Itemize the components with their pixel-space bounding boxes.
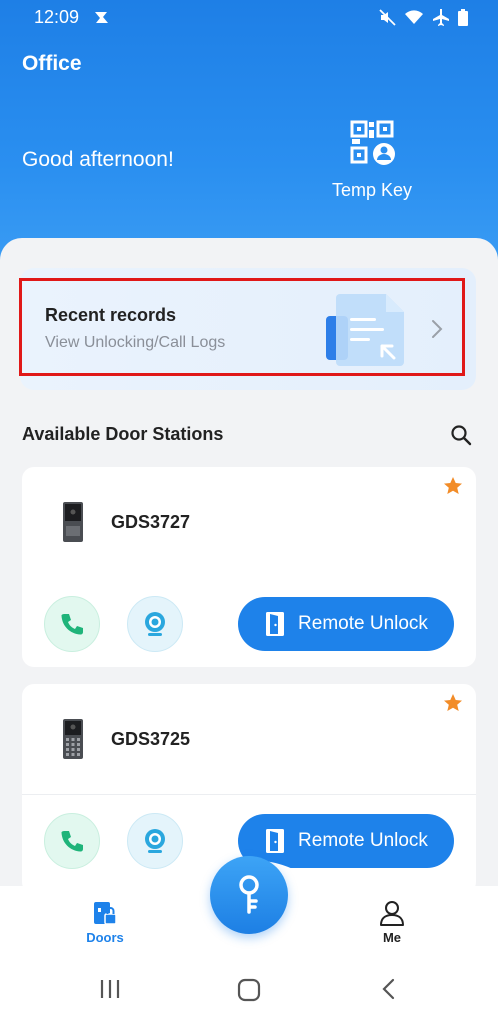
monitor-button[interactable] [127,596,183,652]
tab-me-label: Me [382,930,402,945]
card-divider [22,794,476,795]
document-log-icon [326,294,404,366]
recent-records-title: Recent records [45,305,177,325]
door-icon [266,612,285,636]
remote-unlock-label: Remote Unlock [298,830,428,851]
remote-unlock-label: Remote Unlock [298,613,428,634]
status-bar: 12:09 [0,0,498,34]
airplane-icon [433,9,449,26]
quick-unlock-key-button[interactable] [210,856,288,934]
section-title: Available Door Stations [22,424,224,444]
recent-records-subtitle: View Unlocking/Call Logs [45,334,226,351]
camera-icon [145,612,165,636]
home-icon[interactable] [237,978,261,1002]
phone-icon [61,831,83,852]
chevron-right-icon [432,320,443,338]
tab-me[interactable]: Me [352,900,432,945]
station-name: GDS3725 [111,729,191,749]
tab-doors[interactable]: Doors [65,900,145,945]
call-button[interactable] [44,596,100,652]
greeting-text: Good afternoon! [22,148,174,171]
temp-key-button[interactable]: Temp Key [322,118,422,201]
call-button[interactable] [44,813,100,869]
mute-icon [379,8,396,26]
search-icon[interactable] [450,424,472,446]
site-name[interactable]: Office [22,52,82,76]
key-icon [239,875,259,914]
system-navigation-bar [0,958,498,1024]
battery-icon [458,8,468,26]
remote-unlock-button[interactable]: Remote Unlock [238,597,454,651]
intercom-device-icon [63,719,83,759]
qr-person-icon [350,120,395,165]
camera-icon [145,829,165,853]
back-icon[interactable] [380,978,398,1000]
station-name: GDS3727 [111,512,191,532]
wifi-icon [405,10,423,24]
phone-icon [61,614,83,635]
door-icon [266,829,285,853]
star-icon[interactable] [442,475,464,497]
door-station-card[interactable]: GDS3727 Remote Unlock [22,467,476,667]
status-time: 12:09 [34,7,80,27]
temp-key-label: Temp Key [331,180,413,200]
tab-doors-label: Doors [86,930,124,945]
person-icon [380,901,404,926]
recent-records-card[interactable]: Recent records View Unlocking/Call Logs [20,268,476,390]
recent-apps-icon[interactable] [99,978,121,1000]
star-icon[interactable] [442,692,464,714]
app-notification-icon [95,12,108,23]
intercom-device-icon [63,502,83,542]
door-lock-icon [94,902,117,925]
